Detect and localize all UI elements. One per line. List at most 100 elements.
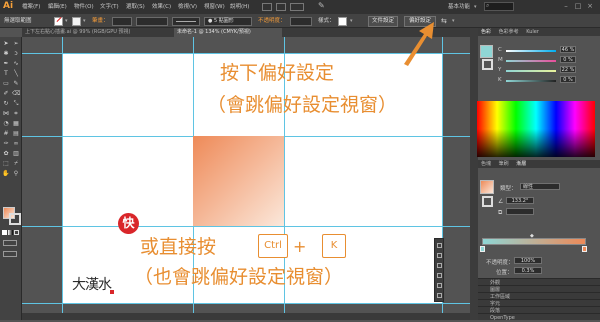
eyedropper-icon[interactable]: ✑ (2, 140, 10, 148)
shape-builder-icon[interactable]: ◔ (2, 120, 10, 128)
minimize-button[interactable]: – (562, 1, 570, 11)
gradient-stop-start[interactable] (480, 246, 485, 252)
gradient-stop-end[interactable] (582, 246, 587, 252)
tab-swatches[interactable]: 色塊 (481, 161, 491, 167)
menu-view[interactable]: 檢視(V) (178, 2, 197, 12)
arrange-documents-icon[interactable] (290, 3, 304, 11)
color-spectrum[interactable] (477, 101, 595, 157)
guide-horizontal[interactable] (22, 226, 470, 227)
opacity-field[interactable] (290, 17, 312, 26)
chevron-down-icon[interactable]: ▾ (452, 18, 455, 24)
color-mode-icon[interactable] (2, 230, 7, 235)
stock-icon[interactable] (276, 3, 286, 11)
width-tool-icon[interactable]: ⋈ (2, 110, 10, 118)
panel-icon[interactable] (437, 283, 442, 288)
hand-tool-icon[interactable]: ✋ (2, 170, 10, 178)
gradient-stroke-swatch[interactable] (482, 196, 493, 207)
bridge-icon[interactable] (262, 3, 272, 11)
guide-horizontal[interactable] (22, 303, 470, 304)
stroke-swatch[interactable] (482, 59, 493, 70)
mesh-tool-icon[interactable]: # (2, 130, 10, 138)
panel-icon[interactable] (437, 263, 442, 268)
rectangle-tool-icon[interactable]: ▭ (2, 80, 10, 88)
curvature-tool-icon[interactable]: ∿ (12, 60, 20, 68)
chevron-down-icon[interactable]: ▾ (474, 4, 477, 10)
magic-wand-icon[interactable]: ✱ (2, 50, 10, 58)
tab-document-1[interactable]: 上下左右點心插畫.ai @ 99% (RGB/GPU 預視) (22, 28, 172, 37)
free-transform-icon[interactable]: ⌗ (12, 110, 20, 118)
menu-effect[interactable]: 效果(C) (152, 2, 171, 12)
tab-kuler[interactable]: Kuler (526, 29, 539, 35)
artboard-tool-icon[interactable]: ⬚ (2, 160, 10, 168)
panel-icon[interactable] (437, 243, 442, 248)
panel-icon[interactable] (437, 293, 442, 298)
channel-k-value[interactable]: 0 % (560, 76, 576, 83)
gradient-preview-swatch[interactable] (480, 180, 494, 194)
selection-tool-icon[interactable]: ➤ (2, 40, 10, 48)
pen-tool-icon[interactable]: ✒ (2, 60, 10, 68)
gradient-rectangle[interactable] (193, 136, 284, 226)
blend-tool-icon[interactable]: ∞ (12, 140, 20, 148)
paintbrush-icon[interactable]: ✎ (12, 80, 20, 88)
gradient-type-select[interactable]: 線性 (520, 183, 560, 190)
symbol-sprayer-icon[interactable]: ✿ (2, 150, 10, 158)
perspective-grid-icon[interactable]: ▦ (12, 120, 20, 128)
arrange-icon[interactable]: ⇆ (441, 17, 447, 25)
channel-y-slider[interactable] (506, 70, 556, 72)
graph-tool-icon[interactable]: ▥ (12, 150, 20, 158)
lasso-icon[interactable]: ↄ (12, 50, 20, 58)
channel-m-slider[interactable] (506, 60, 556, 62)
shaper-tool-icon[interactable]: ✐ (2, 90, 10, 98)
stroke-color-swatch[interactable] (9, 213, 21, 225)
panel-opentype[interactable]: OpenType (478, 313, 600, 321)
menu-object[interactable]: 物件(O) (74, 2, 94, 12)
tab-color[interactable]: 色彩 (481, 29, 491, 35)
draw-mode-icon[interactable] (3, 240, 17, 246)
stroke-label[interactable]: 筆畫： (92, 17, 109, 25)
opacity-label[interactable]: 不透明度： (258, 17, 286, 25)
stroke-weight-field[interactable] (112, 17, 132, 26)
menu-file[interactable]: 檔案(F) (22, 2, 40, 12)
menu-edit[interactable]: 編輯(E) (48, 2, 67, 12)
menu-help[interactable]: 說明(H) (230, 2, 249, 12)
tab-gradient[interactable]: 漸層 (516, 161, 526, 167)
tab-document-2[interactable]: 未命名-1 @ 134% (CMYK/預視) (174, 28, 282, 37)
gradient-aspect-field[interactable] (506, 208, 534, 215)
current-color-swatch[interactable] (480, 45, 493, 58)
maximize-button[interactable]: □ (574, 1, 582, 11)
channel-k-slider[interactable] (506, 80, 556, 82)
menu-window[interactable]: 視窗(W) (204, 2, 225, 12)
channel-m-value[interactable]: 0 % (560, 56, 576, 63)
gradient-angle-field[interactable]: 133.2° (506, 197, 534, 204)
gradient-slider[interactable] (482, 238, 586, 245)
gradient-mode-icon[interactable] (8, 230, 13, 235)
chevron-down-icon[interactable]: ▾ (65, 18, 68, 24)
close-button[interactable]: × (586, 1, 594, 11)
variable-width-select[interactable] (136, 17, 168, 26)
zoom-tool-icon[interactable]: ⚲ (12, 170, 20, 178)
scale-tool-icon[interactable]: ⤡ (12, 100, 20, 108)
slice-tool-icon[interactable]: ⌿ (12, 160, 20, 168)
document-setup-button[interactable]: 文件設定 (368, 16, 398, 27)
guide-vertical[interactable] (62, 37, 63, 320)
stroke-swatch[interactable] (72, 17, 81, 26)
gradient-tool-icon[interactable]: ▤ (12, 130, 20, 138)
type-tool-icon[interactable]: T (2, 70, 10, 78)
menu-select[interactable]: 選取(S) (126, 2, 145, 12)
channel-c-value[interactable]: 46 % (560, 46, 576, 53)
tab-brushes[interactable]: 筆刷 (499, 161, 509, 167)
none-mode-icon[interactable] (14, 230, 19, 235)
direct-selection-tool-icon[interactable]: ➢ (12, 40, 20, 48)
midpoint-diamond-icon[interactable]: ◆ (530, 233, 534, 239)
workspace-switcher[interactable]: 基本功能 (448, 2, 470, 12)
rotate-tool-icon[interactable]: ↻ (2, 100, 10, 108)
panel-icon[interactable] (437, 273, 442, 278)
channel-c-slider[interactable] (506, 50, 556, 52)
chevron-down-icon[interactable]: ▾ (83, 18, 86, 24)
gradient-opacity-field[interactable]: 100% (514, 257, 542, 264)
tab-color-guide[interactable]: 色彩參考 (499, 29, 519, 35)
line-tool-icon[interactable]: ╲ (12, 70, 20, 78)
chevron-down-icon[interactable]: ▾ (350, 18, 353, 24)
gradient-location-field[interactable]: 0.3% (514, 267, 542, 274)
screen-mode-icon[interactable] (3, 251, 17, 257)
